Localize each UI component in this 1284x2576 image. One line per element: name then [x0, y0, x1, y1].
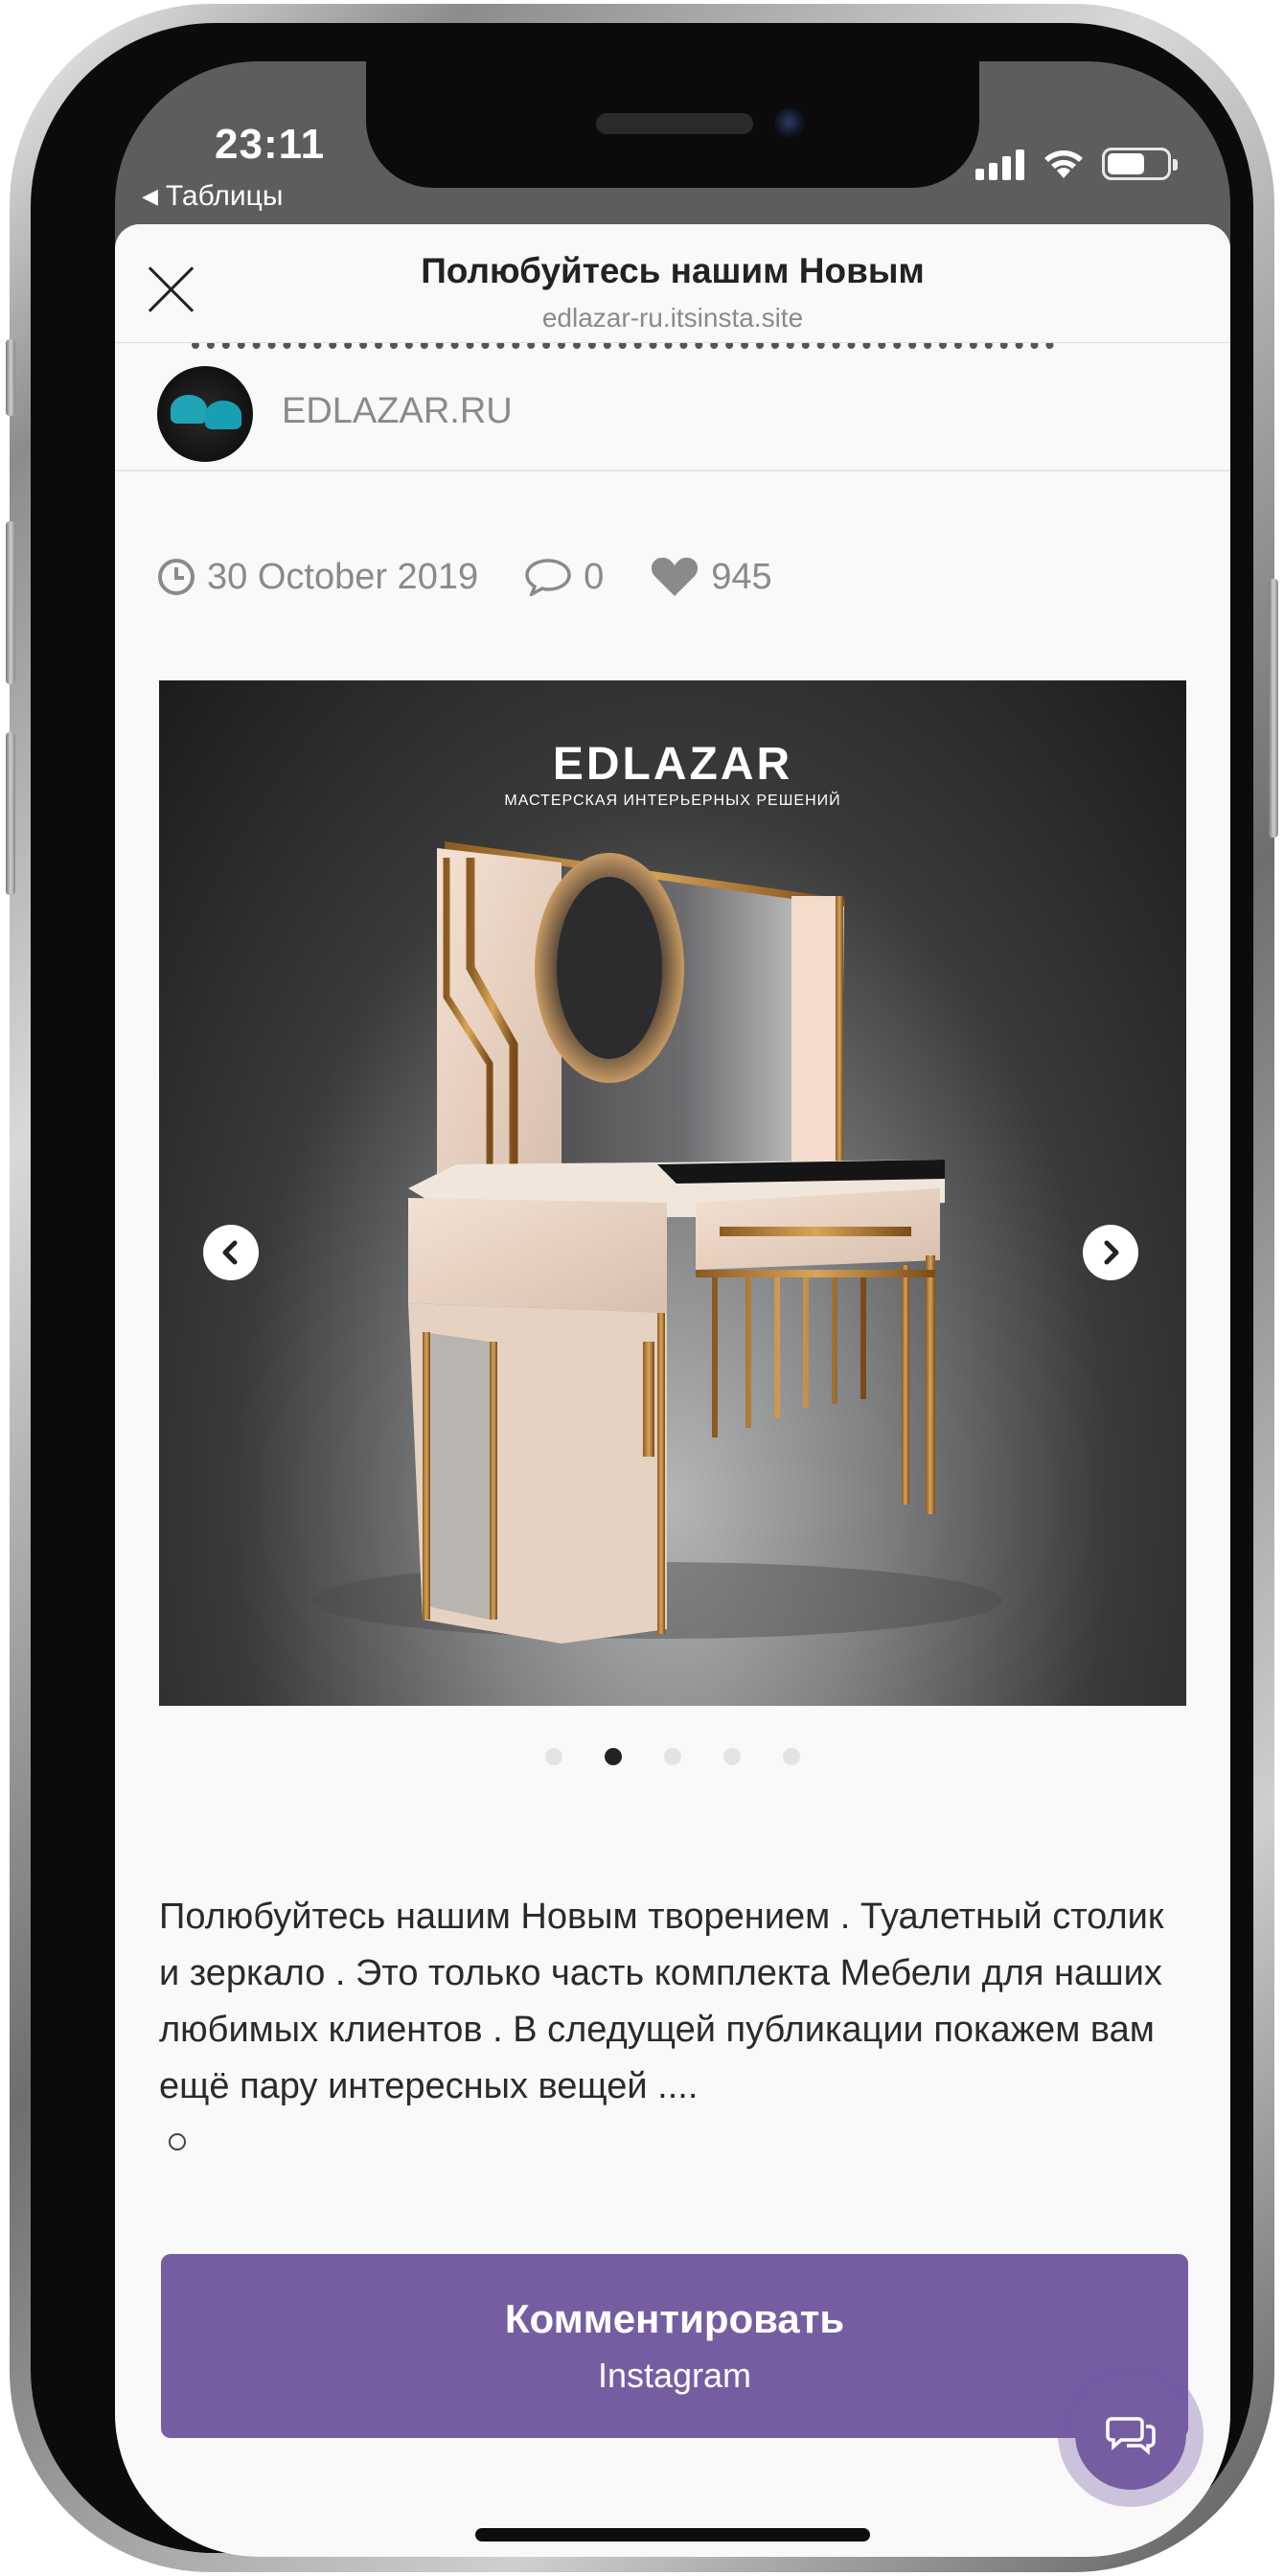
post-meta: 30 October 2019 0 945	[157, 556, 818, 598]
chevron-right-icon	[1104, 1240, 1119, 1265]
list-bullet-icon	[169, 2133, 186, 2150]
phone-frame: 23:11 ◀ Таблицы Полюбуйтесь нашим Новым …	[6, 4, 1278, 2572]
phone-body: 23:11 ◀ Таблицы Полюбуйтесь нашим Новым …	[31, 23, 1253, 2557]
speaker	[596, 113, 753, 134]
power-button	[1269, 579, 1278, 838]
carousel-dot-active[interactable]	[605, 1748, 622, 1765]
post-date-text: 30 October 2019	[207, 556, 479, 597]
carousel-dot[interactable]	[545, 1748, 562, 1765]
comments-count: 0	[584, 556, 605, 597]
browser-sheet: Полюбуйтесь нашим Новым edlazar-ru.itsin…	[115, 224, 1230, 2557]
status-time: 23:11	[215, 121, 326, 168]
volume-up-button	[6, 521, 15, 684]
post-likes[interactable]: 945	[650, 556, 772, 598]
carousel-pagination	[115, 1748, 1230, 1765]
chat-button[interactable]	[1058, 2361, 1204, 2507]
comment-button-label: Комментировать	[504, 2296, 845, 2341]
page-title: Полюбуйтесь нашим Новым	[421, 251, 925, 290]
avatar[interactable]	[157, 366, 253, 462]
sheet-header: Полюбуйтесь нашим Новым edlazar-ru.itsin…	[115, 224, 1230, 343]
comment-bubble-icon	[525, 559, 571, 596]
back-app-label: Таблицы	[165, 180, 284, 212]
likes-count: 945	[711, 556, 772, 597]
chat-bubbles-icon	[1106, 2417, 1156, 2455]
carousel-prev-button[interactable]	[203, 1225, 259, 1280]
home-indicator[interactable]	[475, 2528, 870, 2542]
heart-icon	[652, 557, 699, 596]
post-caption: Полюбуйтесь нашим Новым творением . Туал…	[159, 1897, 1164, 2106]
notch	[366, 61, 979, 188]
chevron-left-icon	[222, 1240, 238, 1265]
carousel-dot[interactable]	[664, 1748, 681, 1765]
clock-icon	[158, 559, 195, 595]
wifi-icon	[1044, 150, 1083, 178]
vanity-table-photo	[312, 841, 1002, 1644]
cellular-signal-icon	[975, 150, 1024, 180]
comment-button-sublabel: Instagram	[597, 2356, 752, 2395]
mute-switch	[6, 339, 15, 416]
author-name[interactable]: EDLAZAR.RU	[282, 391, 513, 432]
carousel-next-button[interactable]	[1083, 1225, 1138, 1280]
back-to-app-link[interactable]: ◀ Таблицы	[142, 180, 283, 213]
post-comments[interactable]: 0	[524, 557, 604, 598]
author-row[interactable]: EDLAZAR.RU	[115, 349, 1230, 472]
screen: 23:11 ◀ Таблицы Полюбуйтесь нашим Новым …	[115, 61, 1230, 2557]
post-date: 30 October 2019	[157, 557, 478, 598]
carousel-dot[interactable]	[783, 1748, 800, 1765]
back-triangle-icon: ◀	[142, 184, 158, 208]
battery-icon	[1102, 148, 1178, 180]
volume-down-button	[6, 732, 15, 895]
comment-button[interactable]: Комментировать Instagram	[161, 2254, 1188, 2438]
carousel-dot[interactable]	[723, 1748, 741, 1765]
page-url: edlazar-ru.itsinsta.site	[541, 303, 804, 333]
image-carousel[interactable]: EDLAZAR МАСТЕРСКАЯ ИНТЕРЬЕРНЫХ РЕШЕНИЙ	[159, 680, 1186, 1706]
front-camera	[774, 107, 807, 140]
